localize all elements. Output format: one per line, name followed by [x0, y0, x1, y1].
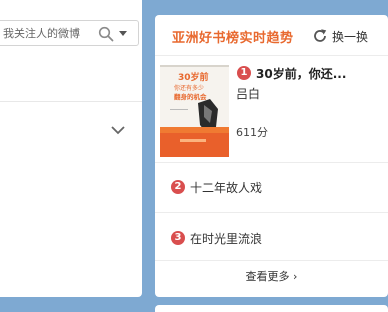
book-title-link[interactable]: 十二年故人戏 [190, 179, 262, 196]
cover-title-line2: 你还有多少 [174, 84, 204, 92]
chevron-down-icon[interactable] [110, 124, 126, 136]
view-more-link[interactable]: 查看更多 › [155, 268, 388, 284]
dropdown-caret-icon[interactable] [119, 31, 127, 36]
book-author[interactable]: 吕白 [236, 85, 260, 102]
search-input[interactable] [3, 25, 93, 41]
next-card-edge [155, 305, 388, 312]
chevron-right-icon: › [293, 270, 298, 283]
divider [155, 212, 388, 213]
cover-title-line3: 翻身的机会 [174, 92, 207, 101]
book-title-link[interactable]: 30岁前，你还... [256, 65, 346, 82]
search-bar[interactable] [0, 20, 139, 46]
left-panel [0, 0, 142, 297]
book-trend-card: 亚洲好书榜实时趋势 换一换 30岁前 你还有多少 翻身的机会 1 30岁前，你还… [155, 15, 388, 297]
rank-badge: 3 [171, 231, 185, 245]
search-icon[interactable] [98, 26, 114, 42]
rank-badge: 2 [171, 180, 185, 194]
book-score: 611分 [236, 126, 268, 139]
refresh-label[interactable]: 换一换 [332, 28, 368, 45]
card-title: 亚洲好书榜实时趋势 [172, 31, 294, 46]
divider [0, 101, 142, 102]
divider [155, 55, 388, 56]
view-more-label[interactable]: 查看更多 [246, 270, 290, 283]
cover-title-line1: 30岁前 [178, 71, 209, 83]
divider [155, 162, 388, 163]
book-title-link[interactable]: 在时光里流浪 [190, 230, 262, 247]
refresh-icon[interactable] [312, 28, 328, 44]
rank-badge: 1 [237, 66, 251, 80]
divider [155, 260, 388, 261]
book-cover-image[interactable]: 30岁前 你还有多少 翻身的机会 [160, 65, 229, 157]
